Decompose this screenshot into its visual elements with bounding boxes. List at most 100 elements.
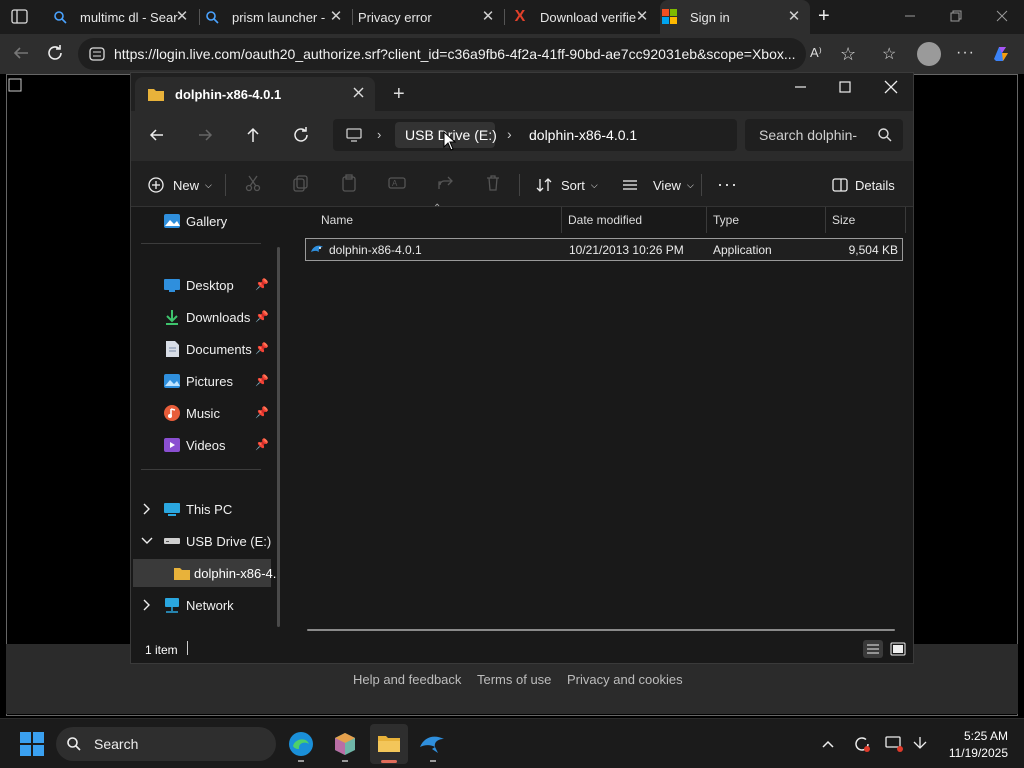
nav-item-network[interactable]: Network [131,591,281,619]
read-aloud-icon[interactable]: A⁾ [810,45,828,63]
browser-tab-active[interactable]: Sign in ✕ [660,0,810,34]
close-icon[interactable]: ✕ [480,9,496,25]
new-tab-icon[interactable]: + [818,6,838,26]
column-header-name[interactable]: Name [321,213,353,227]
up-icon[interactable] [243,125,263,145]
view-button[interactable]: View ⌵ [621,174,694,196]
close-icon[interactable]: ✕ [634,9,650,25]
close-icon[interactable]: ✕ [328,9,344,25]
computer-icon [163,500,181,518]
refresh-icon[interactable] [291,125,311,145]
pin-icon[interactable]: 📌 [255,310,269,324]
copy-icon[interactable] [291,173,311,193]
cut-icon[interactable] [243,173,263,193]
details-pane-button[interactable]: Details [831,174,895,196]
chevron-down-icon: ⌵ [686,179,694,190]
explorer-tab[interactable]: dolphin-x86-4.0.1 [135,77,375,111]
nav-item-videos[interactable]: Videos 📌 [131,431,281,459]
horizontal-scrollbar[interactable] [307,629,895,631]
site-info-icon[interactable] [88,46,106,62]
details-view-icon[interactable] [863,640,883,658]
sync-icon[interactable] [852,734,872,754]
refresh-icon[interactable] [44,42,66,64]
nav-item-documents[interactable]: Documents 📌 [131,335,281,363]
more-options-icon[interactable]: ··· [717,175,738,193]
browser-tab[interactable]: multimc dl - Sear ✕ [52,0,198,34]
forward-icon[interactable] [195,125,215,145]
file-explorer-taskbar-button[interactable] [370,724,408,764]
favorite-star-icon[interactable]: ☆ [840,44,860,64]
delete-icon[interactable] [483,173,503,193]
nav-item-usb-drive[interactable]: USB Drive (E:) [131,527,281,555]
chevron-right-icon[interactable] [141,598,153,612]
column-header-date[interactable]: Date modified [568,213,642,227]
network-status-icon[interactable] [910,734,930,754]
browser-tab[interactable]: Privacy error ✕ [358,0,504,34]
column-header-type[interactable]: Type [713,213,739,227]
nav-item-downloads[interactable]: Downloads 📌 [131,303,281,331]
close-icon[interactable]: ✕ [786,9,802,25]
column-header-size[interactable]: Size [832,213,855,227]
nav-scrollbar[interactable] [277,247,280,627]
browser-tab[interactable]: prism launcher - ✕ [204,0,352,34]
minimize-icon[interactable] [793,79,809,95]
rename-icon[interactable]: A [387,173,407,193]
pin-icon[interactable]: 📌 [255,406,269,420]
search-icon [877,127,893,143]
browser-tab-bar: multimc dl - Sear ✕ prism launcher - ✕ P… [0,0,1024,34]
browser-tab[interactable]: X Download verifie ✕ [512,0,658,34]
new-tab-icon[interactable]: + [393,84,409,104]
terms-link[interactable]: Terms of use [477,672,551,687]
new-button[interactable]: New ⌵ [147,174,212,196]
clock-time[interactable]: 5:25 AM [946,729,1008,743]
restore-icon[interactable] [948,8,964,24]
pin-icon[interactable]: 📌 [255,438,269,452]
nav-item-selected[interactable]: dolphin-x86-4. [133,559,276,587]
nav-item-music[interactable]: Music 📌 [131,399,281,427]
close-icon[interactable]: ✕ [174,9,190,25]
address-bar[interactable]: https://login.live.com/oauth20_authorize… [78,38,806,70]
large-icons-view-icon[interactable] [889,640,907,658]
edge-icon[interactable] [288,731,314,757]
desktop-icon [163,276,181,294]
sort-button[interactable]: Sort ⌵ [535,174,598,196]
copilot-icon[interactable] [990,43,1012,65]
display-icon[interactable] [884,734,904,754]
share-icon[interactable] [435,173,455,193]
pin-icon[interactable]: 📌 [255,374,269,388]
maximize-icon[interactable] [837,79,853,95]
pin-icon[interactable]: 📌 [255,278,269,292]
help-feedback-link[interactable]: Help and feedback [353,672,461,687]
svg-text:A: A [392,179,398,188]
file-row[interactable]: dolphin-x86-4.0.1 10/21/2013 10:26 PM Ap… [305,238,903,261]
minimize-icon[interactable] [902,8,918,24]
breadcrumb[interactable]: › USB Drive (E:) › dolphin-x86-4.0.1 [333,119,737,151]
back-icon[interactable] [147,125,167,145]
profile-avatar[interactable] [917,42,941,66]
pin-icon[interactable]: 📌 [255,342,269,356]
privacy-link[interactable]: Privacy and cookies [567,672,683,687]
more-options-icon[interactable]: ··· [956,44,976,64]
chevron-down-icon[interactable] [141,534,153,548]
taskbar-search[interactable]: Search [56,727,276,761]
nav-item-gallery[interactable]: Gallery [131,207,281,235]
nav-item-pictures[interactable]: Pictures 📌 [131,367,281,395]
breadcrumb-current-folder[interactable]: dolphin-x86-4.0.1 [529,127,637,143]
tab-actions-icon[interactable] [10,8,30,26]
nav-item-desktop[interactable]: Desktop 📌 [131,271,281,299]
app-package-icon[interactable] [333,731,357,757]
clock-date[interactable]: 11/19/2025 [940,746,1008,760]
dolphin-app-icon[interactable] [418,731,446,757]
nav-item-this-pc[interactable]: This PC [131,495,281,523]
close-tab-icon[interactable] [351,85,367,101]
paste-icon[interactable] [339,173,359,193]
search-box[interactable]: Search dolphin- [745,119,903,151]
chevron-right-icon[interactable] [141,502,153,516]
chevron-up-icon[interactable] [820,736,836,752]
favorites-icon[interactable]: ☆ [882,44,902,64]
start-button[interactable] [20,732,44,756]
close-window-icon[interactable] [883,79,899,95]
folder-icon [377,732,401,754]
back-icon[interactable] [10,42,32,64]
close-window-icon[interactable] [994,8,1010,24]
